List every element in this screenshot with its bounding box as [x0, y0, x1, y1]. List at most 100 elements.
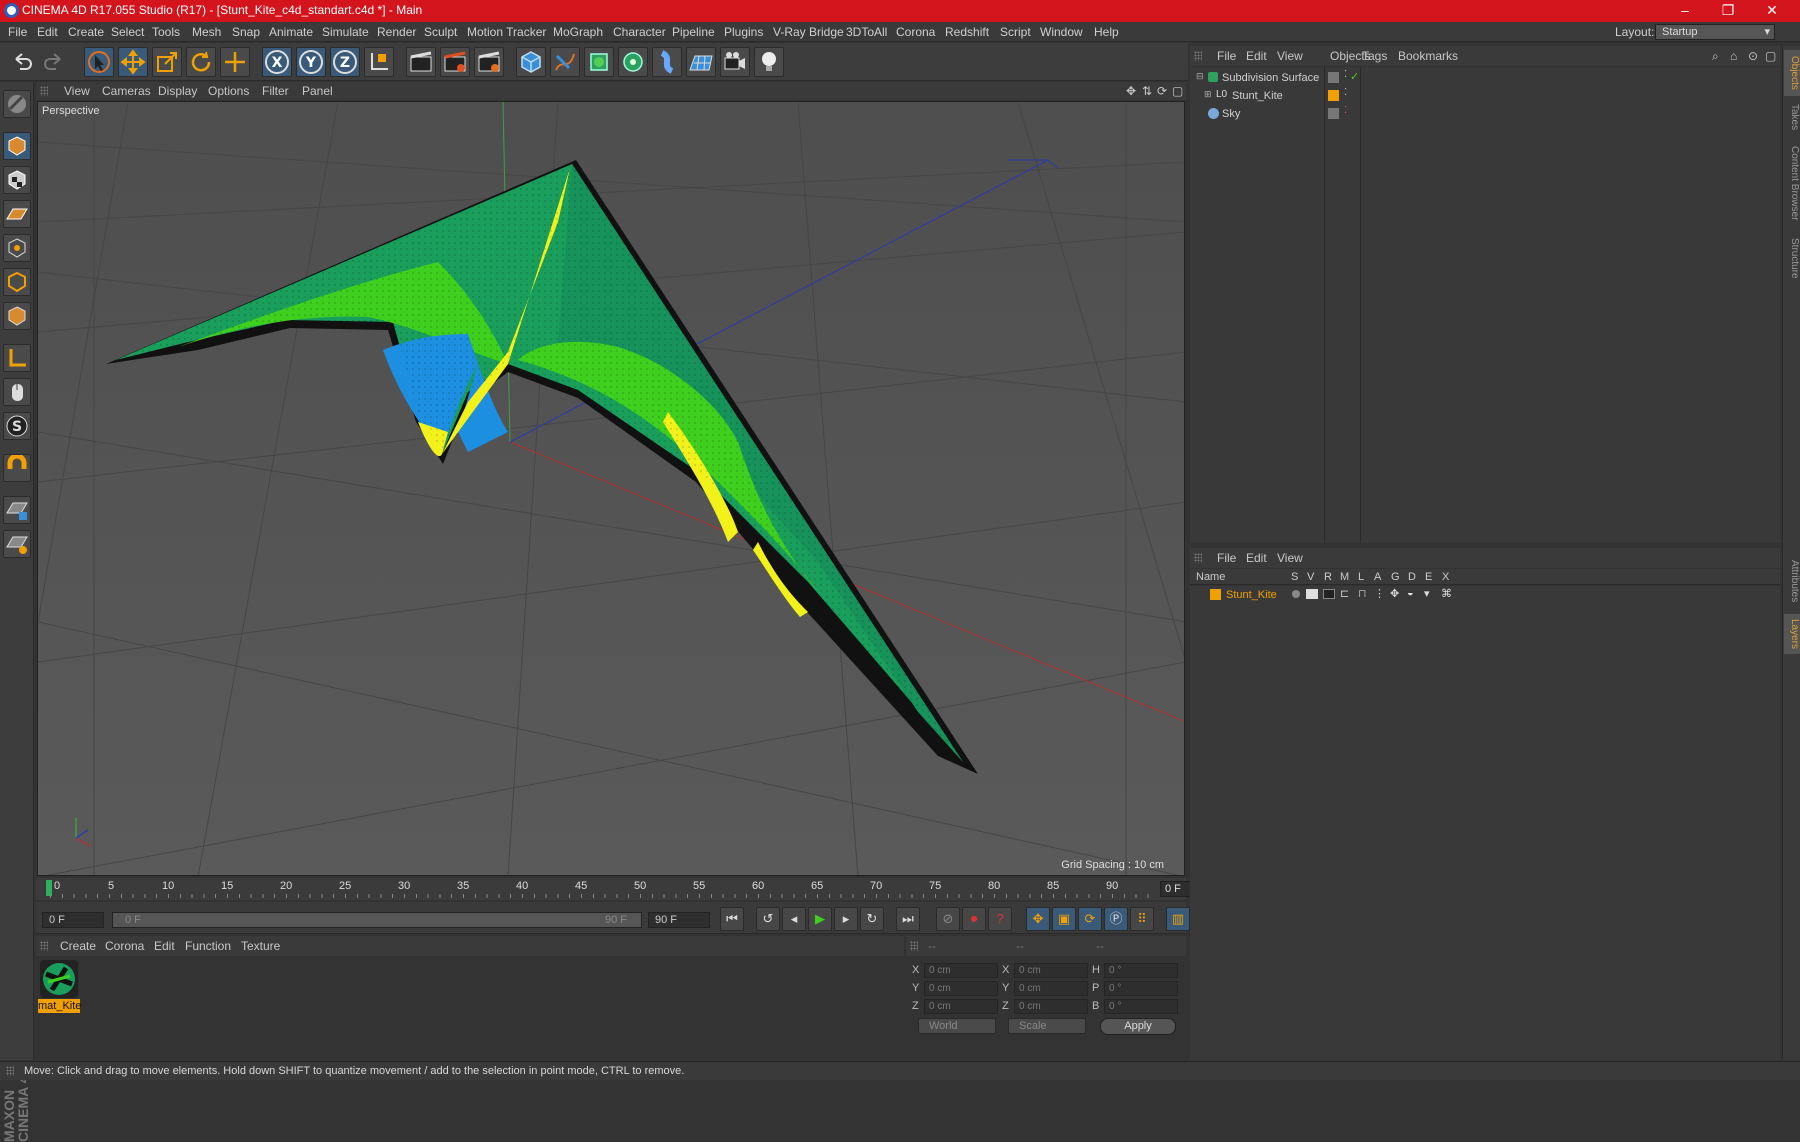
menu-render[interactable]: Render	[377, 25, 416, 39]
check-icon[interactable]: ✓	[1350, 70, 1359, 83]
apply-button[interactable]: Apply	[1100, 1018, 1176, 1035]
viewport-move-icon[interactable]: ✥	[1126, 84, 1136, 98]
render-settings-button[interactable]	[474, 47, 504, 77]
position-y-field[interactable]: 0 cm	[924, 981, 998, 996]
end-frame-field[interactable]: 90 F	[648, 912, 710, 928]
visibility-dots-icon[interactable]: ⁚	[1344, 105, 1347, 116]
render-toggle-icon[interactable]	[1323, 589, 1335, 599]
generators-toggle-icon[interactable]: ✥	[1390, 587, 1399, 600]
go-to-start-button[interactable]: ⏮	[720, 907, 744, 931]
object-row[interactable]: ⊞ L0 Stunt_Kite ⁚	[1190, 87, 1780, 105]
menu-mograph[interactable]: MoGraph	[553, 25, 603, 39]
collapse-icon[interactable]: ⊟	[1196, 71, 1204, 82]
tab-objects[interactable]: Objects	[1784, 50, 1800, 96]
material-menu-texture[interactable]: Texture	[241, 939, 280, 953]
render-view-button[interactable]	[406, 47, 436, 77]
menu-vray-bridge[interactable]: V-Ray Bridge	[773, 25, 844, 39]
keyframe-selection-button[interactable]: ?	[988, 907, 1012, 931]
perspective-viewport[interactable]: Perspective Grid Spacing : 10 cm	[37, 101, 1185, 876]
frame-range-slider[interactable]: 0 F 90 F	[112, 912, 642, 928]
floor-button[interactable]	[686, 47, 716, 77]
snap-button[interactable]	[3, 453, 31, 482]
lock-toggle-icon[interactable]: ⊓	[1358, 587, 1367, 600]
render-picture-viewer-button[interactable]	[440, 47, 470, 77]
material-item[interactable]: mat_Kite	[36, 956, 84, 1016]
workplane-mode-button[interactable]	[3, 200, 31, 228]
viewport-zoom-icon[interactable]: ⇅	[1142, 84, 1152, 98]
light-button[interactable]	[754, 47, 784, 77]
deformers-toggle-icon[interactable]: ◒	[1407, 587, 1414, 599]
layout-dropdown[interactable]: Startup ▾	[1655, 24, 1775, 40]
tab-content-browser[interactable]: Content Browser	[1784, 138, 1800, 228]
z-axis-lock-button[interactable]: Z	[330, 47, 360, 77]
key-position-button[interactable]: ✥	[1026, 907, 1050, 931]
solo-toggle-icon[interactable]	[1292, 590, 1300, 598]
visibility-dots-icon[interactable]: ⁚	[1344, 87, 1347, 98]
timeline-ruler[interactable]: 0 5 10 15 20 25 30 35 40 45 50 55 60 65 …	[36, 878, 1220, 900]
manager-toggle-icon[interactable]: ⊏	[1340, 587, 1349, 600]
material-menu-corona[interactable]: Corona	[105, 939, 144, 953]
key-rotation-button[interactable]: ⟳	[1078, 907, 1102, 931]
home-icon[interactable]: ⌂	[1730, 49, 1737, 63]
menu-plugins[interactable]: Plugins	[724, 25, 763, 39]
menu-3dtoall[interactable]: 3DToAll	[846, 25, 887, 39]
expand-icon[interactable]: ⊞	[1204, 89, 1212, 100]
axis-mode-button[interactable]	[3, 344, 31, 372]
cloner-button[interactable]	[618, 47, 648, 77]
polygons-mode-button[interactable]	[3, 302, 31, 330]
menu-mesh[interactable]: Mesh	[192, 25, 221, 39]
live-selection-button[interactable]	[84, 47, 114, 77]
next-key-button[interactable]: ↻	[860, 907, 884, 931]
next-frame-button[interactable]: ▸	[834, 907, 858, 931]
search-icon[interactable]: ⌕	[1712, 49, 1719, 64]
menu-help[interactable]: Help	[1094, 25, 1119, 39]
viewport-menu-options[interactable]: Options	[208, 84, 249, 98]
planar-workplane-button[interactable]	[3, 530, 31, 558]
material-menu-function[interactable]: Function	[185, 939, 231, 953]
close-button[interactable]: ✕	[1752, 0, 1792, 22]
camera-button[interactable]	[720, 47, 750, 77]
model-mode-button[interactable]	[3, 132, 31, 160]
material-menu-create[interactable]: Create	[60, 939, 96, 953]
menu-select[interactable]: Select	[111, 25, 144, 39]
size-z-field[interactable]: 0 cm	[1014, 999, 1088, 1014]
tab-structure[interactable]: Structure	[1784, 232, 1800, 284]
menu-animate[interactable]: Animate	[269, 25, 313, 39]
position-z-field[interactable]: 0 cm	[924, 999, 998, 1014]
menu-motion-tracker[interactable]: Motion Tracker	[467, 25, 546, 39]
y-axis-lock-button[interactable]: Y	[296, 47, 326, 77]
cube-button[interactable]	[516, 47, 546, 77]
solo-mode-button[interactable]: S	[3, 412, 31, 440]
minimize-button[interactable]: –	[1665, 0, 1705, 22]
object-menu-view[interactable]: View	[1277, 49, 1303, 63]
menu-tools[interactable]: Tools	[152, 25, 180, 39]
key-pla-button[interactable]: ⠿	[1130, 907, 1154, 931]
menu-window[interactable]: Window	[1040, 25, 1083, 39]
record-keys-button[interactable]: ⊘	[936, 907, 960, 931]
menu-pipeline[interactable]: Pipeline	[672, 25, 715, 39]
viewport-menu-filter[interactable]: Filter	[262, 84, 289, 98]
filter-icon[interactable]: ⊙	[1748, 49, 1758, 63]
rotate-button[interactable]	[186, 47, 216, 77]
rotation-b-field[interactable]: 0 °	[1104, 999, 1178, 1014]
key-scale-button[interactable]: ▣	[1052, 907, 1076, 931]
x-axis-lock-button[interactable]: X	[262, 47, 292, 77]
xref-toggle-icon[interactable]: ⌘	[1441, 587, 1452, 600]
menu-sculpt[interactable]: Sculpt	[424, 25, 457, 39]
maximize-panel-icon[interactable]: ▢	[1765, 49, 1776, 63]
maximize-button[interactable]: ❐	[1708, 0, 1748, 22]
auto-keying-button[interactable]: ⏺	[962, 907, 986, 931]
object-menu-tags[interactable]: Tags	[1362, 49, 1387, 63]
visibility-dots-icon[interactable]: ⁚	[1344, 69, 1347, 80]
size-y-field[interactable]: 0 cm	[1014, 981, 1088, 996]
scale-dropdown[interactable]: Scale	[1008, 1018, 1086, 1034]
texture-mode-button[interactable]	[3, 166, 31, 194]
undo-button[interactable]	[8, 47, 38, 77]
object-row[interactable]: Sky ⁚	[1190, 105, 1780, 123]
deformer-button[interactable]	[652, 47, 682, 77]
object-menu-edit[interactable]: Edit	[1246, 49, 1267, 63]
menu-edit[interactable]: Edit	[37, 25, 58, 39]
start-frame-field[interactable]: 0 F	[42, 912, 104, 928]
make-editable-button[interactable]	[3, 90, 31, 118]
viewport-maximize-icon[interactable]: ▢	[1172, 84, 1183, 98]
